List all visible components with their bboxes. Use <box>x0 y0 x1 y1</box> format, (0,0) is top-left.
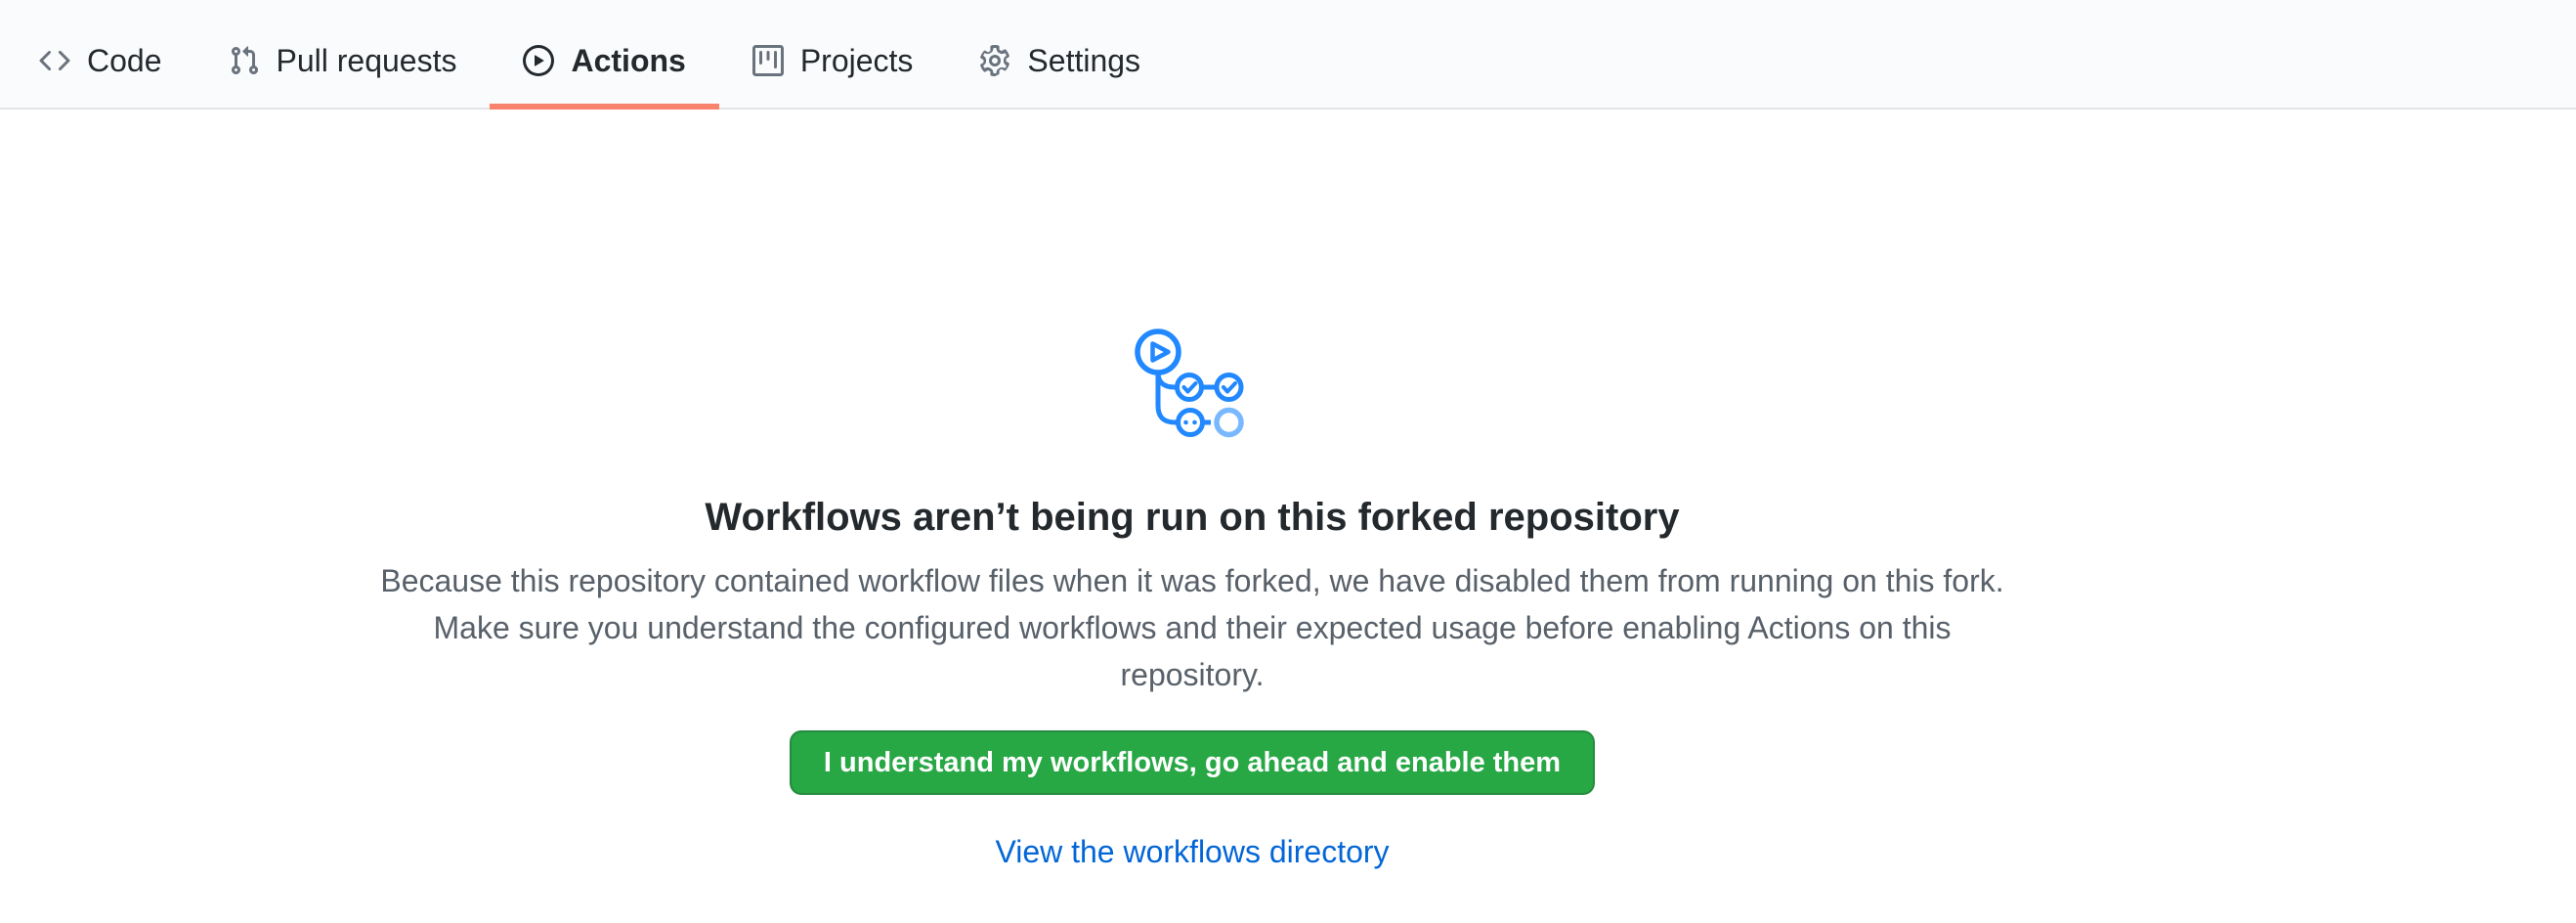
gear-icon <box>979 45 1010 76</box>
project-board-icon <box>752 45 784 76</box>
nav-tab-projects[interactable]: Projects <box>719 14 947 108</box>
blankslate-description: Because this repository contained workfl… <box>362 557 2023 698</box>
nav-tab-label: Settings <box>1027 45 1140 76</box>
nav-tab-label: Pull requests <box>277 45 457 76</box>
view-workflows-directory-link[interactable]: View the workflows directory <box>995 834 1389 869</box>
play-circle-icon <box>523 45 554 76</box>
workflow-graph-icon <box>1124 318 1261 455</box>
actions-disabled-page: Workflows aren’t being run on this forke… <box>0 110 2384 870</box>
button-row: I understand my workflows, go ahead and … <box>0 730 2384 795</box>
nav-tab-settings[interactable]: Settings <box>946 14 1174 108</box>
nav-tab-actions[interactable]: Actions <box>490 14 718 108</box>
nav-tab-label: Actions <box>571 45 685 76</box>
nav-tab-pull-requests[interactable]: Pull requests <box>195 14 491 108</box>
enable-workflows-button[interactable]: I understand my workflows, go ahead and … <box>790 730 1595 795</box>
page-title: Workflows aren’t being run on this forke… <box>0 493 2384 542</box>
blankslate: Workflows aren’t being run on this forke… <box>0 110 2384 870</box>
nav-tab-code[interactable]: Code <box>6 14 195 108</box>
link-row: View the workflows directory <box>0 834 2384 870</box>
nav-tab-label: Code <box>87 45 162 76</box>
pull-request-icon <box>229 45 260 76</box>
nav-tab-label: Projects <box>800 45 914 76</box>
repo-nav: Code Pull requests Actions Projects Sett… <box>0 0 2576 110</box>
code-icon <box>39 45 70 76</box>
